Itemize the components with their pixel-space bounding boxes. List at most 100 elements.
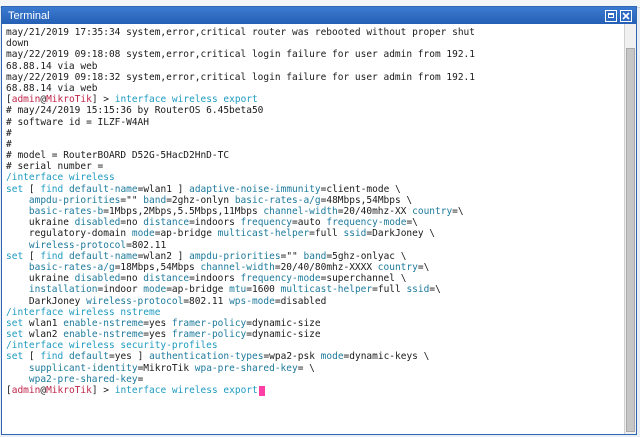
terminal-text-segment: =2ghz-onlyn — [166, 194, 235, 206]
terminal-text-segment: =wpa2-psk — [263, 351, 321, 363]
terminal-text-segment: ukraine — [6, 217, 75, 229]
terminal-text-segment: =dynamic-keys \ — [343, 351, 430, 363]
terminal-line: [admin@MikroTik] > interface wireless ex… — [6, 385, 620, 396]
terminal-text-segment: may/22/2019 09:18:08 system,error,critic… — [6, 49, 475, 61]
terminal-text-segment: =indoors — [189, 273, 241, 285]
terminal-text-segment: ssid — [343, 228, 367, 240]
terminal-line: ukraine disabled=no distance=indoors fre… — [6, 273, 620, 284]
terminal-line: ukraine disabled=no distance=indoors fre… — [6, 217, 620, 228]
terminal-text-segment: multicast-helper — [280, 284, 373, 296]
terminal-text-segment: =\ — [417, 261, 430, 273]
maximize-button[interactable] — [605, 9, 617, 22]
terminal-text-segment: mtu — [229, 284, 247, 296]
terminal-text-segment: interface wireless export — [114, 94, 258, 106]
terminal-text-segment: channel-width — [200, 261, 275, 273]
terminal-text-segment: [ — [23, 351, 41, 363]
terminal-text-segment: # model = RouterBOARD D52G-5HacD2HnD-TC — [6, 150, 230, 162]
close-button[interactable] — [620, 9, 632, 22]
terminal-output[interactable]: may/21/2019 17:35:34 system,error,critic… — [2, 24, 624, 434]
terminal-text-segment: enable-nstreme — [63, 329, 144, 341]
terminal-text-segment: ukraine — [6, 273, 75, 285]
terminal-text-segment: =dynamic-size — [246, 329, 321, 341]
terminal-text-segment: channel-width — [263, 206, 338, 217]
terminal-text-segment: # software id = ILZF-W4AH — [6, 116, 149, 128]
terminal-text-segment: find — [40, 351, 64, 363]
terminal-text-segment: /interface wireless nstreme — [6, 306, 161, 318]
terminal-text-segment: =MikroTik — [137, 362, 195, 374]
terminal-line: # — [6, 139, 620, 150]
terminal-text-segment: # — [6, 138, 12, 150]
terminal-line: wireless-protocol=802.11 — [6, 240, 620, 251]
terminal-line: ampdu-priorities="" band=2ghz-onlyn basi… — [6, 195, 620, 206]
terminal-text-segment: may/22/2019 09:18:32 system,error,critic… — [6, 71, 475, 83]
terminal-line: /interface wireless nstreme — [6, 307, 620, 318]
terminal-line: # software id = ILZF-W4AH — [6, 117, 620, 128]
terminal-text-segment: country — [377, 261, 418, 273]
vertical-scrollbar[interactable] — [624, 24, 636, 434]
terminal-text-segment: mode — [320, 351, 344, 363]
terminal-text-segment: may/21/2019 17:35:34 system,error,critic… — [6, 27, 475, 38]
terminal-text-segment: enable-nstreme — [63, 317, 144, 329]
terminal-text-segment: default-name — [68, 183, 138, 195]
terminal-text-segment: ="" — [120, 194, 144, 206]
terminal-text-segment: mode — [143, 284, 167, 296]
terminal-text-segment: default-name — [68, 250, 138, 262]
terminal-line: DarkJoney wireless-protocol=802.11 wps-m… — [6, 296, 620, 307]
terminal-text-segment: =\ — [452, 206, 464, 217]
terminal-line: may/21/2019 17:35:34 system,error,critic… — [6, 27, 620, 38]
terminal-text-segment: disabled — [74, 217, 121, 229]
terminal-text-segment: distance — [143, 273, 190, 285]
scrollbar-thumb[interactable] — [626, 48, 635, 432]
terminal-text-segment: =yes — [143, 317, 172, 329]
terminal-text-segment: wireless-protocol — [86, 295, 184, 307]
terminal-text-segment: =yes — [143, 329, 172, 341]
terminal-text-segment: adaptive-noise-immunity — [189, 183, 321, 195]
terminal-text-segment: =ap-bridge — [166, 284, 230, 296]
terminal-text-segment: band — [143, 194, 167, 206]
terminal-text-segment: =\ — [429, 284, 441, 296]
terminal-text-segment: =auto — [292, 217, 327, 229]
terminal-text-segment: [ — [23, 183, 41, 195]
window-titlebar[interactable]: Terminal — [2, 7, 636, 24]
terminal-text-segment: find — [40, 250, 64, 262]
terminal-text-segment: /interface wireless security-profiles — [6, 340, 218, 352]
terminal-text-segment: =dynamic-size — [246, 317, 321, 329]
terminal-text-segment: =no — [120, 217, 144, 229]
terminal-text-segment: regulatory-domain — [6, 228, 132, 240]
terminal-text-segment: =48Mbps,54Mbps \ — [320, 194, 413, 206]
terminal-line: basic-rates-b=1Mbps,2Mbps,5.5Mbps,11Mbps… — [6, 206, 620, 217]
terminal-text-segment: MikroTik — [46, 385, 92, 396]
terminal-text-segment: DarkJoney — [6, 295, 87, 307]
terminal-text-segment: multicast-helper — [217, 228, 310, 240]
terminal-text-segment: wlan1 — [23, 317, 64, 329]
terminal-line: /interface wireless security-profiles — [6, 340, 620, 351]
terminal-text-segment: basic-rates-a/g — [28, 261, 115, 273]
terminal-text-segment: framer-policy — [171, 317, 247, 329]
terminal-line: 68.88.14 via web — [6, 83, 620, 94]
terminal-text-segment: mode — [131, 228, 155, 240]
terminal-text-segment: set — [6, 351, 24, 363]
terminal-text-segment: admin — [11, 94, 41, 106]
terminal-text-segment: find — [40, 183, 64, 195]
terminal-text-segment: =802.11 — [126, 239, 167, 251]
terminal-text-segment: = — [137, 373, 144, 385]
terminal-window[interactable]: Terminal may/21/2019 17:35:34 system,err… — [1, 6, 637, 435]
terminal-text-segment: frequency-mode — [326, 217, 407, 229]
terminal-line: may/22/2019 09:18:32 system,error,critic… — [6, 72, 620, 83]
terminal-text-segment: set — [6, 183, 24, 195]
terminal-text-segment: down — [6, 38, 29, 50]
terminal-line: set wlan1 enable-nstreme=yes framer-poli… — [6, 318, 620, 329]
terminal-line: /interface wireless — [6, 172, 620, 183]
terminal-text-segment: =1600 — [246, 284, 281, 296]
terminal-line: set wlan2 enable-nstreme=yes framer-poli… — [6, 329, 620, 340]
terminal-line: installation=indoor mode=ap-bridge mtu=1… — [6, 284, 620, 295]
terminal-text-segment: MikroTik — [46, 94, 92, 106]
terminal-text-segment: =1Mbps,2Mbps,5.5Mbps,11Mbps — [103, 206, 264, 217]
terminal-text-segment: wpa2-pre-shared-key — [28, 373, 138, 385]
terminal-line: supplicant-identity=MikroTik wpa-pre-sha… — [6, 363, 620, 374]
terminal-text-segment: distance — [143, 217, 190, 229]
terminal-line: # — [6, 128, 620, 139]
